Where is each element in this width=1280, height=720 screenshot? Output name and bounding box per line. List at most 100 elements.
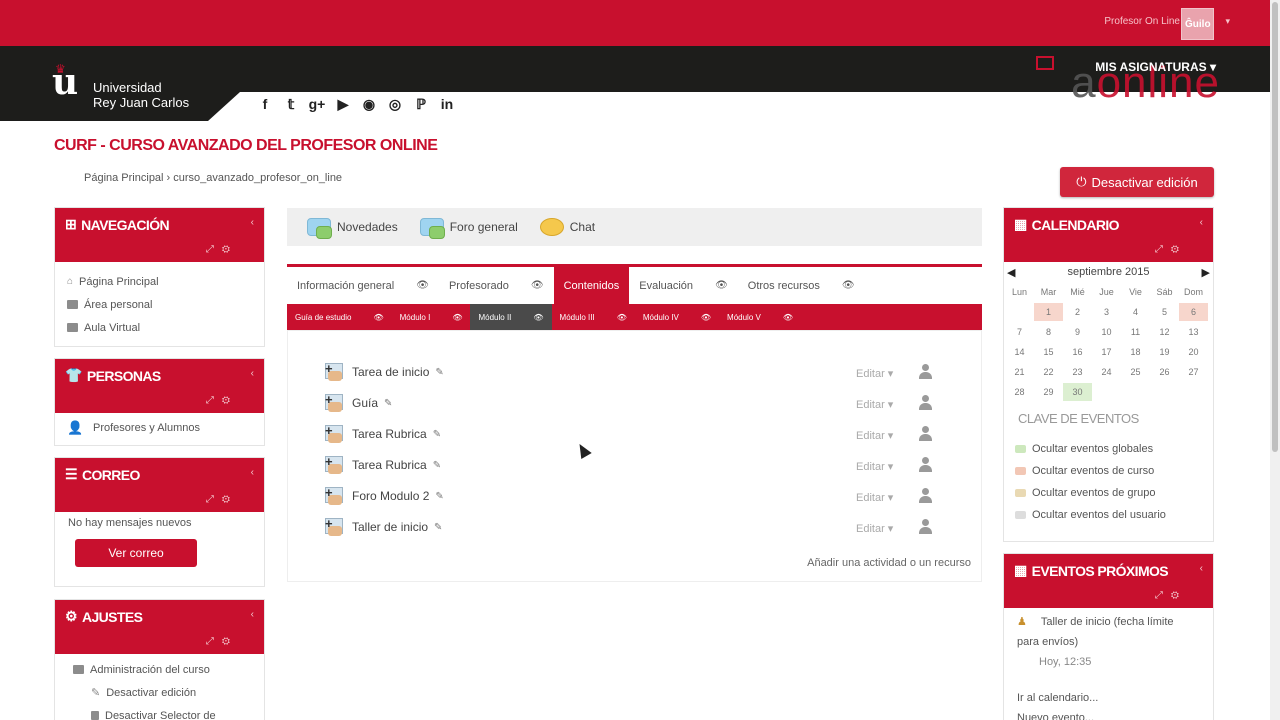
nav-item-virtual-classroom[interactable]: Aula Virtual (67, 316, 252, 339)
eye-icon[interactable]: 👁 (783, 313, 793, 322)
edit-title-pencil-icon[interactable]: ✎ (435, 491, 443, 502)
collapse-icon[interactable]: ‹ (251, 368, 254, 379)
calendar-day[interactable]: 9 (1063, 323, 1092, 341)
calendar-day[interactable]: 3 (1092, 303, 1121, 321)
calendar-day[interactable]: 14 (1005, 343, 1034, 361)
activity-item[interactable]: + Tarea Rubrica ✎ (322, 454, 441, 476)
calendar-day[interactable]: 8 (1034, 323, 1063, 341)
calendar-day[interactable]: 30 (1063, 383, 1092, 401)
calendar-day[interactable]: 20 (1179, 343, 1208, 361)
event-key-item[interactable]: Ocultar eventos de curso (1004, 460, 1213, 482)
assign-roles-icon[interactable] (918, 364, 932, 380)
deactivate-edit-button[interactable]: ⏻ Desactivar edición (1060, 167, 1214, 197)
block-controls[interactable]: ⤢⚙ (206, 636, 238, 647)
calendar-day[interactable]: 25 (1121, 363, 1150, 381)
subtab-2[interactable]: Módulo II 👁 (470, 304, 552, 330)
calendar-day[interactable]: 12 (1150, 323, 1179, 341)
eye-icon[interactable]: 👁 (452, 313, 462, 322)
calendar-day[interactable]: 1 (1034, 303, 1063, 321)
chat-link[interactable]: Chat (539, 218, 595, 236)
edit-menu[interactable]: Editar ▾ (856, 522, 893, 535)
eye-icon[interactable]: 👁 (617, 313, 627, 322)
prev-month-icon[interactable]: ◀ (1007, 266, 1015, 279)
tab-4[interactable]: Otros recursos 👁 (738, 267, 865, 304)
calendar-day[interactable]: 29 (1034, 383, 1063, 401)
calendar-day[interactable]: 11 (1121, 323, 1150, 341)
calendar-day[interactable]: 10 (1092, 323, 1121, 341)
twitter-icon[interactable]: 𝕥 (282, 95, 300, 113)
eye-icon[interactable]: 👁 (715, 280, 728, 291)
eye-icon[interactable]: 👁 (531, 280, 544, 291)
calendar-day[interactable]: 21 (1005, 363, 1034, 381)
next-month-icon[interactable]: ▶ (1202, 266, 1210, 279)
calendar-day[interactable]: 24 (1092, 363, 1121, 381)
page-scrollbar[interactable] (1270, 0, 1280, 720)
assign-roles-icon[interactable] (918, 395, 932, 411)
calendar-day[interactable]: 2 (1063, 303, 1092, 321)
subtab-4[interactable]: Módulo IV 👁 (635, 304, 719, 330)
event-item[interactable]: ♟ Taller de inicio (fecha límite (1017, 612, 1200, 632)
activity-item[interactable]: + Taller de inicio ✎ (322, 516, 442, 538)
avatar[interactable]: Ĝuilo (1181, 8, 1214, 40)
edit-title-pencil-icon[interactable]: ✎ (435, 367, 443, 378)
calendar-day[interactable]: 17 (1092, 343, 1121, 361)
google-plus-icon[interactable]: g+ (308, 95, 326, 113)
edit-title-pencil-icon[interactable]: ✎ (433, 460, 441, 471)
news-link[interactable]: Novedades (307, 218, 398, 239)
tab-0[interactable]: Información general 👁 (287, 267, 439, 304)
activity-item[interactable]: + Tarea Rubrica ✎ (322, 423, 441, 445)
calendar-day[interactable]: 6 (1179, 303, 1208, 321)
calendar-day[interactable]: 15 (1034, 343, 1063, 361)
settings-item-deactivate-selector[interactable]: Desactivar Selector de (73, 704, 246, 720)
instagram-icon[interactable]: ◎ (386, 95, 404, 113)
assign-roles-icon[interactable] (918, 426, 932, 442)
university-logo[interactable]: u (52, 62, 78, 102)
block-controls[interactable]: ⤢⚙ (206, 494, 238, 505)
assign-roles-icon[interactable] (918, 488, 932, 504)
view-mail-button[interactable]: Ver correo (75, 539, 197, 567)
calendar-day[interactable]: 13 (1179, 323, 1208, 341)
user-menu-caret-icon[interactable]: ▾ (1225, 16, 1230, 27)
collapse-icon[interactable]: ‹ (251, 467, 254, 478)
assign-roles-icon[interactable] (918, 519, 932, 535)
calendar-day[interactable]: 4 (1121, 303, 1150, 321)
edit-menu[interactable]: Editar ▾ (856, 491, 893, 504)
edit-title-pencil-icon[interactable]: ✎ (433, 429, 441, 440)
eye-icon[interactable]: 👁 (373, 313, 383, 322)
calendar-day[interactable]: 23 (1063, 363, 1092, 381)
settings-item-deactivate-edit[interactable]: ✎ Desactivar edición (73, 681, 246, 704)
event-key-item[interactable]: Ocultar eventos de grupo (1004, 482, 1213, 504)
eye-icon[interactable]: 👁 (533, 313, 543, 322)
collapse-icon[interactable]: ‹ (1200, 563, 1203, 574)
youtube-icon[interactable]: ▶ (334, 95, 352, 113)
flickr-icon[interactable]: ◉ (360, 95, 378, 113)
edit-title-pencil-icon[interactable]: ✎ (384, 398, 392, 409)
activity-item[interactable]: + Guía ✎ (322, 392, 392, 414)
calendar-day[interactable]: 5 (1150, 303, 1179, 321)
settings-item-course-admin[interactable]: Administración del curso (73, 658, 246, 681)
activity-item[interactable]: + Foro Modulo 2 ✎ (322, 485, 444, 507)
event-key-item[interactable]: Ocultar eventos del usuario (1004, 504, 1213, 526)
calendar-day[interactable]: 18 (1121, 343, 1150, 361)
subtab-0[interactable]: Guía de estudio 👁 (287, 304, 392, 330)
edit-menu[interactable]: Editar ▾ (856, 460, 893, 473)
general-forum-link[interactable]: Foro general (419, 218, 518, 239)
calendar-month[interactable]: septiembre 2015 (1068, 266, 1150, 279)
go-calendar-link[interactable]: Ir al calendario... (1017, 688, 1200, 708)
user-name[interactable]: Profesor On Line (1104, 16, 1180, 27)
edit-menu[interactable]: Editar ▾ (856, 429, 893, 442)
calendar-day[interactable]: 26 (1150, 363, 1179, 381)
calendar-day[interactable]: 28 (1005, 383, 1034, 401)
calendar-day[interactable]: 27 (1179, 363, 1208, 381)
eye-icon[interactable]: 👁 (842, 280, 855, 291)
block-controls[interactable]: ⤢⚙ (206, 395, 238, 406)
facebook-icon[interactable]: f (256, 95, 274, 113)
subtab-1[interactable]: Módulo I 👁 (392, 304, 471, 330)
nav-item-personal-area[interactable]: Área personal (67, 293, 252, 316)
block-controls[interactable]: ⤢⚙ (206, 244, 238, 255)
block-controls[interactable]: ⤢⚙ (1155, 590, 1187, 601)
scrollbar-thumb[interactable] (1272, 2, 1278, 452)
edit-menu[interactable]: Editar ▾ (856, 367, 893, 380)
university-name[interactable]: Universidad Rey Juan Carlos (93, 80, 189, 110)
breadcrumb[interactable]: Página Principal › curso_avanzado_profes… (84, 172, 342, 184)
